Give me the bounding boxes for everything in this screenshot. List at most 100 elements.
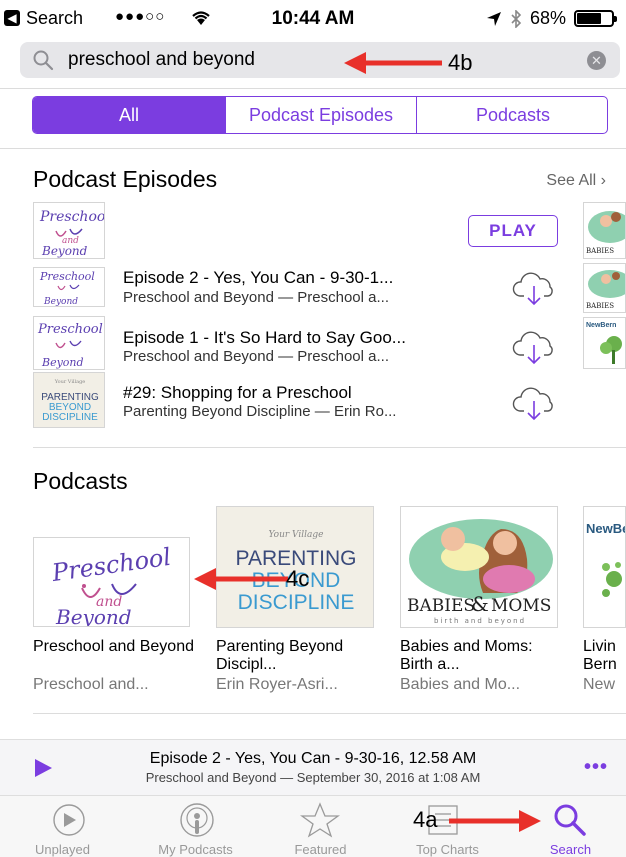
svg-text:BABIES: BABIES [407, 596, 475, 616]
svg-text:NewBern: NewBern [586, 521, 626, 536]
babies-artwork-icon: BABIES [586, 270, 625, 310]
podcast-artwork-babies[interactable]: BABIES & MOMS birth and beyond [400, 506, 558, 628]
newbern-artwork-icon: NewBern [586, 322, 622, 364]
annotation-arrow-icon [194, 568, 288, 590]
battery-percent: 68% [529, 8, 566, 28]
svg-text:DISCIPLINE: DISCIPLINE [238, 591, 355, 614]
babies-artwork-icon: BABIES [586, 211, 625, 255]
episode-artwork-preschool[interactable]: Preschool Beyond [33, 267, 105, 307]
tab-unplayed[interactable]: Unplayed [0, 796, 125, 857]
svg-text:Beyond: Beyond [43, 297, 78, 307]
annotation-arrow-icon [344, 52, 442, 74]
svg-text:Preschool: Preschool [39, 270, 95, 283]
tab-label: Search [549, 842, 592, 857]
play-circle-icon [53, 804, 85, 836]
svg-text:MOMS: MOMS [491, 596, 551, 616]
section-title-episodes: Podcast Episodes [33, 166, 218, 192]
status-bar: ◀ Search ●●●○○ 10:44 AM 68% [0, 0, 626, 38]
podcast-title[interactable]: Babies and Moms: Birth a... [400, 638, 568, 674]
search-icon [33, 50, 54, 71]
preschool-artwork-icon: Preschool Beyond [39, 270, 95, 307]
section-title-podcasts: Podcasts [33, 468, 128, 494]
tab-label: Top Charts [416, 842, 479, 857]
svg-text:Beyond: Beyond [41, 356, 84, 369]
annotation-label: 4c [286, 566, 310, 591]
podcast-author: New [583, 676, 616, 693]
tab-featured[interactable]: Featured [258, 796, 383, 857]
preschool-artwork-icon: Preschool and Beyond [39, 209, 105, 258]
episode-title[interactable]: Episode 2 - Yes, You Can - 9-30-1... [123, 268, 393, 288]
svg-text:Preschool: Preschool [37, 322, 103, 337]
podcast-title[interactable]: Livin Bern [583, 638, 626, 674]
svg-text:birth and beyond: birth and beyond [434, 617, 526, 625]
now-playing-subtitle: Preschool and Beyond — September 30, 201… [145, 770, 481, 785]
parenting-artwork-icon: Your Village PARENTING BEYOND DISCIPLINE [41, 379, 99, 423]
divider [0, 88, 626, 89]
podcast-title[interactable]: Preschool and Beyond [33, 638, 201, 656]
search-bar[interactable]: ✕ [20, 42, 620, 78]
divider [33, 713, 626, 714]
svg-text:Your Village: Your Village [54, 379, 86, 385]
svg-text:Preschool: Preschool [39, 209, 105, 225]
podcast-author: Babies and Mo... [400, 676, 521, 693]
chevron-right-icon: › [600, 172, 606, 189]
see-all-label: See All [546, 172, 597, 189]
tab-label: Featured [294, 842, 347, 857]
segment-podcasts[interactable]: Podcasts [417, 97, 607, 133]
segment-podcast-episodes[interactable]: Podcast Episodes [226, 97, 417, 133]
episode-artwork-newbern[interactable]: NewBern [583, 317, 626, 369]
mini-player[interactable]: Episode 2 - Yes, You Can - 9-30-16, 12.5… [0, 739, 626, 795]
svg-text:BABIES: BABIES [586, 247, 614, 255]
episode-artwork-babies[interactable]: BABIES [583, 202, 626, 259]
episode-subtitle: Parenting Beyond Discipline — Erin Ro... [123, 403, 397, 420]
location-icon [486, 11, 501, 26]
divider [33, 447, 626, 448]
now-playing-title: Episode 2 - Yes, You Can - 9-30-16, 12.5… [149, 750, 477, 767]
svg-text:DISCIPLINE: DISCIPLINE [42, 412, 98, 423]
annotation-label: 4a [413, 807, 438, 832]
preschool-artwork-icon: Preschool Beyond [37, 322, 103, 369]
podcast-author: Preschool and... [33, 676, 149, 693]
annotation-arrow-icon [449, 810, 541, 832]
segment-all[interactable]: All [33, 97, 226, 133]
svg-text:BABIES: BABIES [586, 302, 614, 310]
download-cloud-icon[interactable] [512, 331, 558, 365]
download-cloud-icon[interactable] [512, 387, 558, 421]
podcast-title[interactable]: Parenting Beyond Discipl... [216, 638, 384, 674]
babies-artwork-icon: BABIES & MOMS birth and beyond [407, 519, 553, 625]
more-options-icon[interactable]: ••• [584, 756, 608, 779]
episode-title[interactable]: #29: Shopping for a Preschool [123, 383, 352, 403]
tab-my-podcasts[interactable]: My Podcasts [133, 796, 258, 857]
annotation-label: 4b [448, 50, 473, 75]
episode-subtitle: Preschool and Beyond — Preschool a... [123, 289, 389, 306]
star-icon [300, 802, 340, 838]
divider [0, 148, 626, 149]
download-cloud-icon[interactable] [512, 272, 558, 306]
episode-artwork-preschool[interactable]: Preschool and Beyond [33, 202, 105, 259]
svg-text:Beyond: Beyond [55, 605, 132, 627]
svg-text:Preschool: Preschool [49, 543, 172, 588]
see-all-link[interactable]: See All › [546, 172, 606, 190]
status-right: 68% [486, 8, 617, 29]
podcast-artwork-newbern[interactable]: NewBern [583, 506, 626, 628]
svg-text:&: & [471, 592, 489, 616]
bluetooth-icon [511, 9, 522, 28]
newbern-artwork-icon: NewBern [586, 521, 626, 597]
svg-text:Your Village: Your Village [269, 530, 324, 540]
episode-artwork-preschool[interactable]: Preschool Beyond [33, 316, 105, 370]
search-input[interactable] [68, 45, 548, 75]
preschool-artwork-icon: Preschool and Beyond [49, 543, 172, 627]
episode-artwork-babies[interactable]: BABIES [583, 263, 626, 313]
svg-text:Beyond: Beyond [41, 244, 88, 258]
podcast-artwork-preschool[interactable]: Preschool and Beyond [33, 537, 190, 627]
podcast-icon [180, 803, 214, 837]
battery-icon [574, 10, 617, 27]
episode-title[interactable]: Episode 1 - It's So Hard to Say Goo... [123, 328, 406, 348]
episode-subtitle: Preschool and Beyond — Preschool a... [123, 348, 389, 365]
play-button[interactable]: PLAY [468, 215, 558, 247]
battery-fill [577, 13, 602, 24]
podcast-author: Erin Royer-Asri... [216, 676, 338, 693]
clear-search-icon[interactable]: ✕ [587, 51, 606, 70]
episode-artwork-parenting[interactable]: Your Village PARENTING BEYOND DISCIPLINE [33, 372, 105, 428]
scope-segmented-control: All Podcast Episodes Podcasts [32, 96, 608, 134]
